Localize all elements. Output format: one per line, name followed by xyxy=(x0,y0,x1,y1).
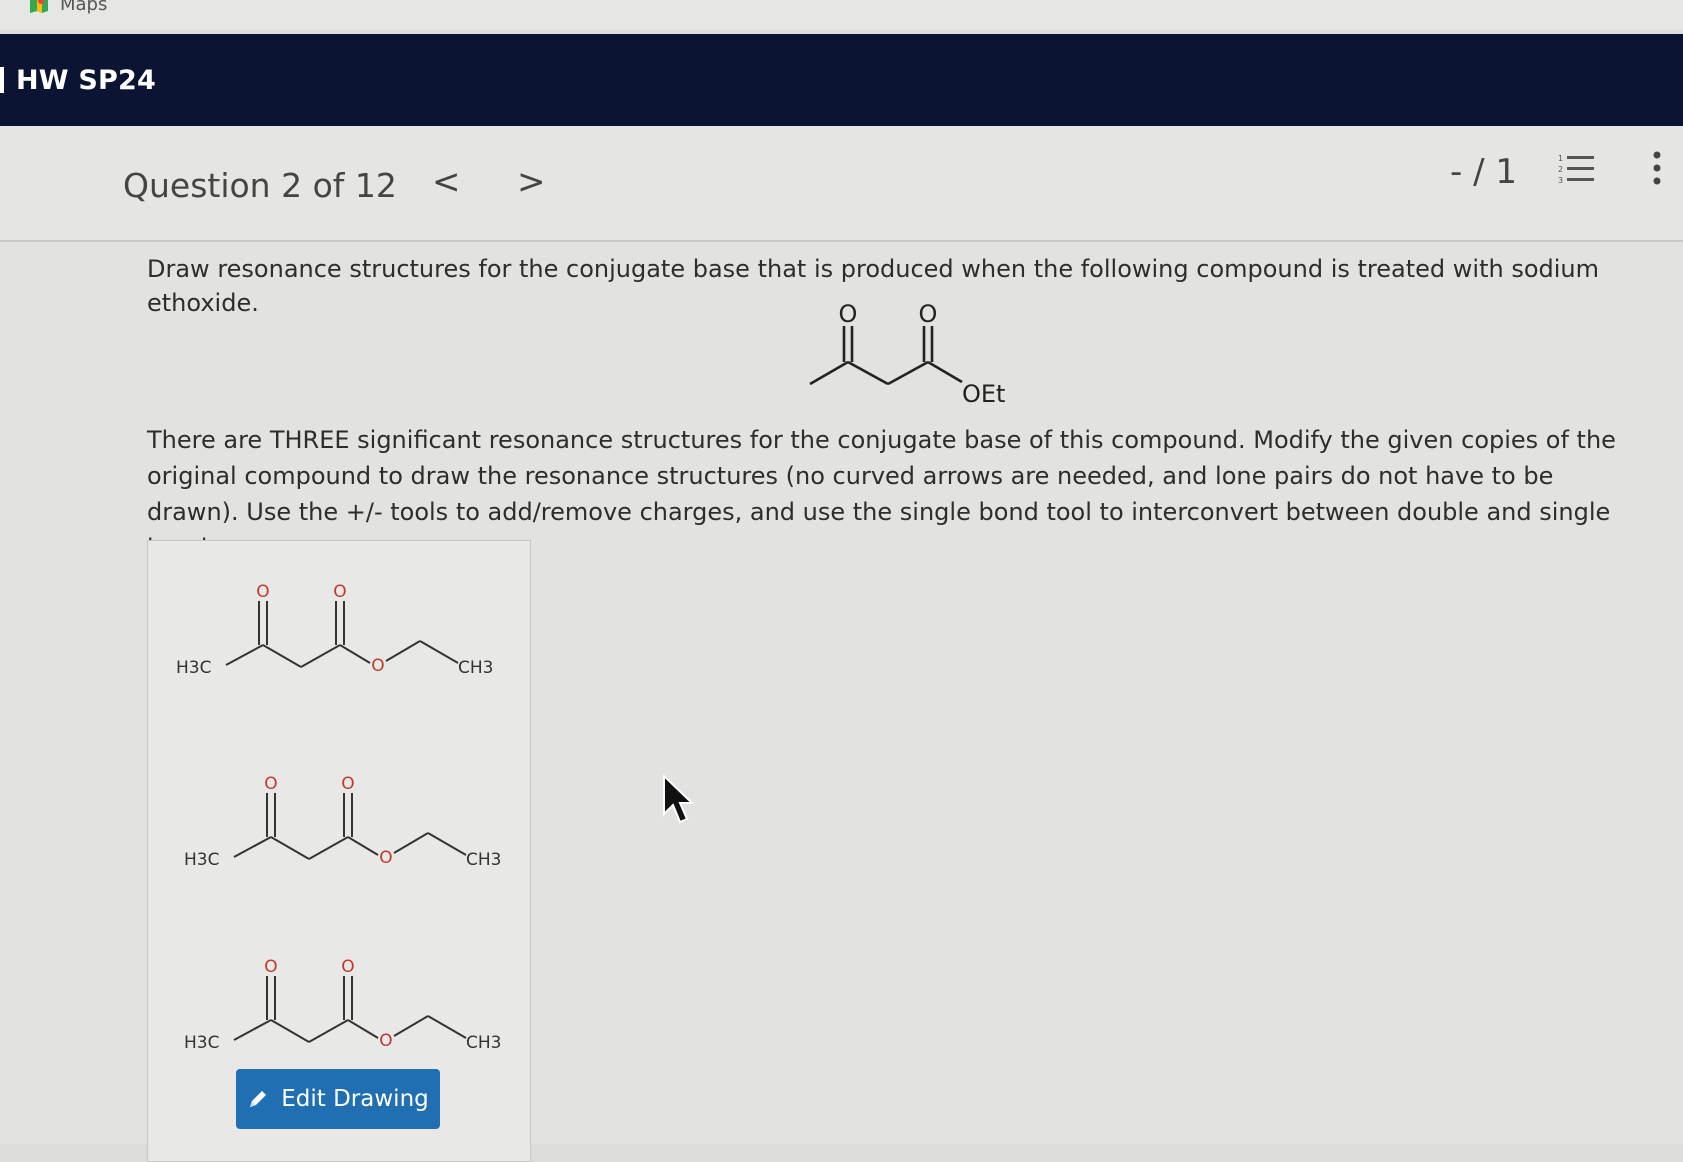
mol1-ch3: CH3 xyxy=(458,658,493,678)
mol1-ester-o: O xyxy=(371,656,384,676)
bookmark-maps[interactable]: Maps xyxy=(28,0,107,15)
maps-icon xyxy=(30,0,48,13)
bookmarks-bar: Maps xyxy=(0,0,1683,30)
resonance-structure-3: O O O H3C CH3 xyxy=(184,957,501,1053)
mol3-o2: O xyxy=(341,957,354,977)
bookmark-maps-label: Maps xyxy=(60,0,108,15)
given-oet: OEt xyxy=(962,380,1005,408)
score-display: - / 1 xyxy=(1450,152,1517,192)
mol3-ch3: CH3 xyxy=(466,1033,501,1053)
question-counter: Question 2 of 12 xyxy=(123,166,397,205)
given-o2: O xyxy=(919,300,938,328)
resonance-structure-1: O O O H3C CH3 xyxy=(176,582,493,678)
question-navigation: Question 2 of 12 < > - / 1 1 2 3 xyxy=(0,126,1683,242)
header-accent xyxy=(0,67,4,93)
mol1-o2: O xyxy=(333,582,346,602)
mol2-ch3: CH3 xyxy=(466,850,501,870)
given-o1: O xyxy=(839,300,858,328)
assignment-title: HW SP24 xyxy=(16,64,156,96)
drawing-panel: O O O H3C CH3 O O O H3C CH3 O O O H3C CH… xyxy=(147,540,531,1162)
svg-text:2: 2 xyxy=(1558,165,1563,174)
more-vertical-icon[interactable] xyxy=(1650,150,1664,186)
given-molecule: O O OEt xyxy=(809,300,1005,408)
question-content: Draw resonance structures for the conjug… xyxy=(0,242,1683,1162)
mol1-o1: O xyxy=(256,582,269,602)
edit-drawing-label: Edit Drawing xyxy=(281,1086,429,1112)
numbered-list-icon[interactable]: 1 2 3 xyxy=(1558,152,1596,186)
mol2-o1: O xyxy=(264,774,277,794)
mol3-o1: O xyxy=(264,957,277,977)
svg-text:1: 1 xyxy=(1558,154,1563,163)
mol3-h3c: H3C xyxy=(184,1033,219,1053)
pencil-icon xyxy=(250,1091,267,1107)
course-header: HW SP24 xyxy=(0,34,1683,126)
svg-text:3: 3 xyxy=(1558,176,1563,185)
resonance-structure-2: O O O H3C CH3 xyxy=(184,774,501,870)
next-question-button[interactable]: > xyxy=(517,162,546,202)
edit-drawing-button[interactable]: Edit Drawing xyxy=(236,1069,440,1129)
mol2-ester-o: O xyxy=(379,848,392,868)
mouse-cursor-icon xyxy=(663,774,695,824)
mol1-h3c: H3C xyxy=(176,658,211,678)
prev-question-button[interactable]: < xyxy=(432,162,461,202)
mol2-o2: O xyxy=(341,774,354,794)
mol3-ester-o: O xyxy=(379,1031,392,1051)
mol2-h3c: H3C xyxy=(184,850,219,870)
